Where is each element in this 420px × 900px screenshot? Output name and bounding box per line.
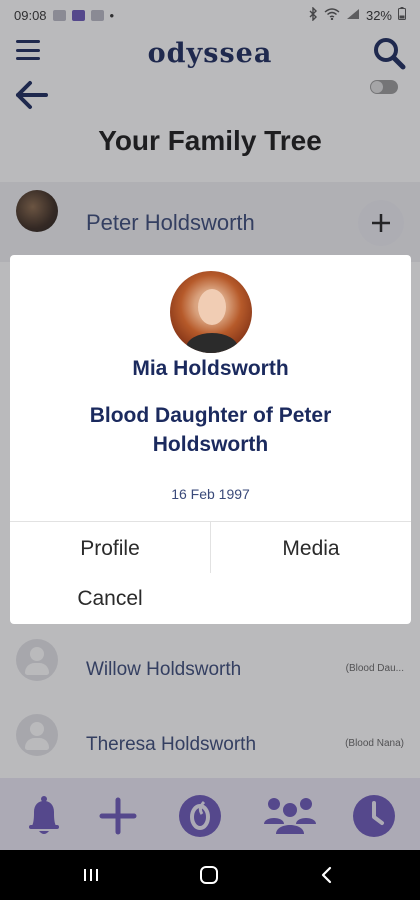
- profile-button[interactable]: Profile: [10, 537, 210, 561]
- home-button[interactable]: [198, 864, 220, 886]
- dialog-relation: Blood Daughter of Peter Holdsworth: [89, 404, 332, 456]
- chevron-left-icon: [321, 866, 332, 884]
- dialog-member-name: Mia Holdsworth: [132, 357, 289, 380]
- cancel-button[interactable]: Cancel: [10, 587, 210, 611]
- photo-shirt: [186, 333, 238, 353]
- recent-apps-icon: [84, 869, 98, 881]
- dialog-birth-date: 16 Feb 1997: [171, 486, 250, 502]
- member-photo: [170, 271, 252, 353]
- family-tree-screen: 09:08 • 32% odyssea Your Family Tree Pet…: [0, 0, 420, 900]
- recent-apps-button[interactable]: [80, 864, 102, 886]
- system-nav-bar: [0, 850, 420, 900]
- media-button[interactable]: Media: [211, 537, 411, 561]
- photo-face: [198, 289, 226, 325]
- member-dialog: Mia Holdsworth Blood Daughter of Peter H…: [10, 255, 411, 624]
- system-back-button[interactable]: [316, 864, 338, 886]
- home-icon: [200, 866, 218, 884]
